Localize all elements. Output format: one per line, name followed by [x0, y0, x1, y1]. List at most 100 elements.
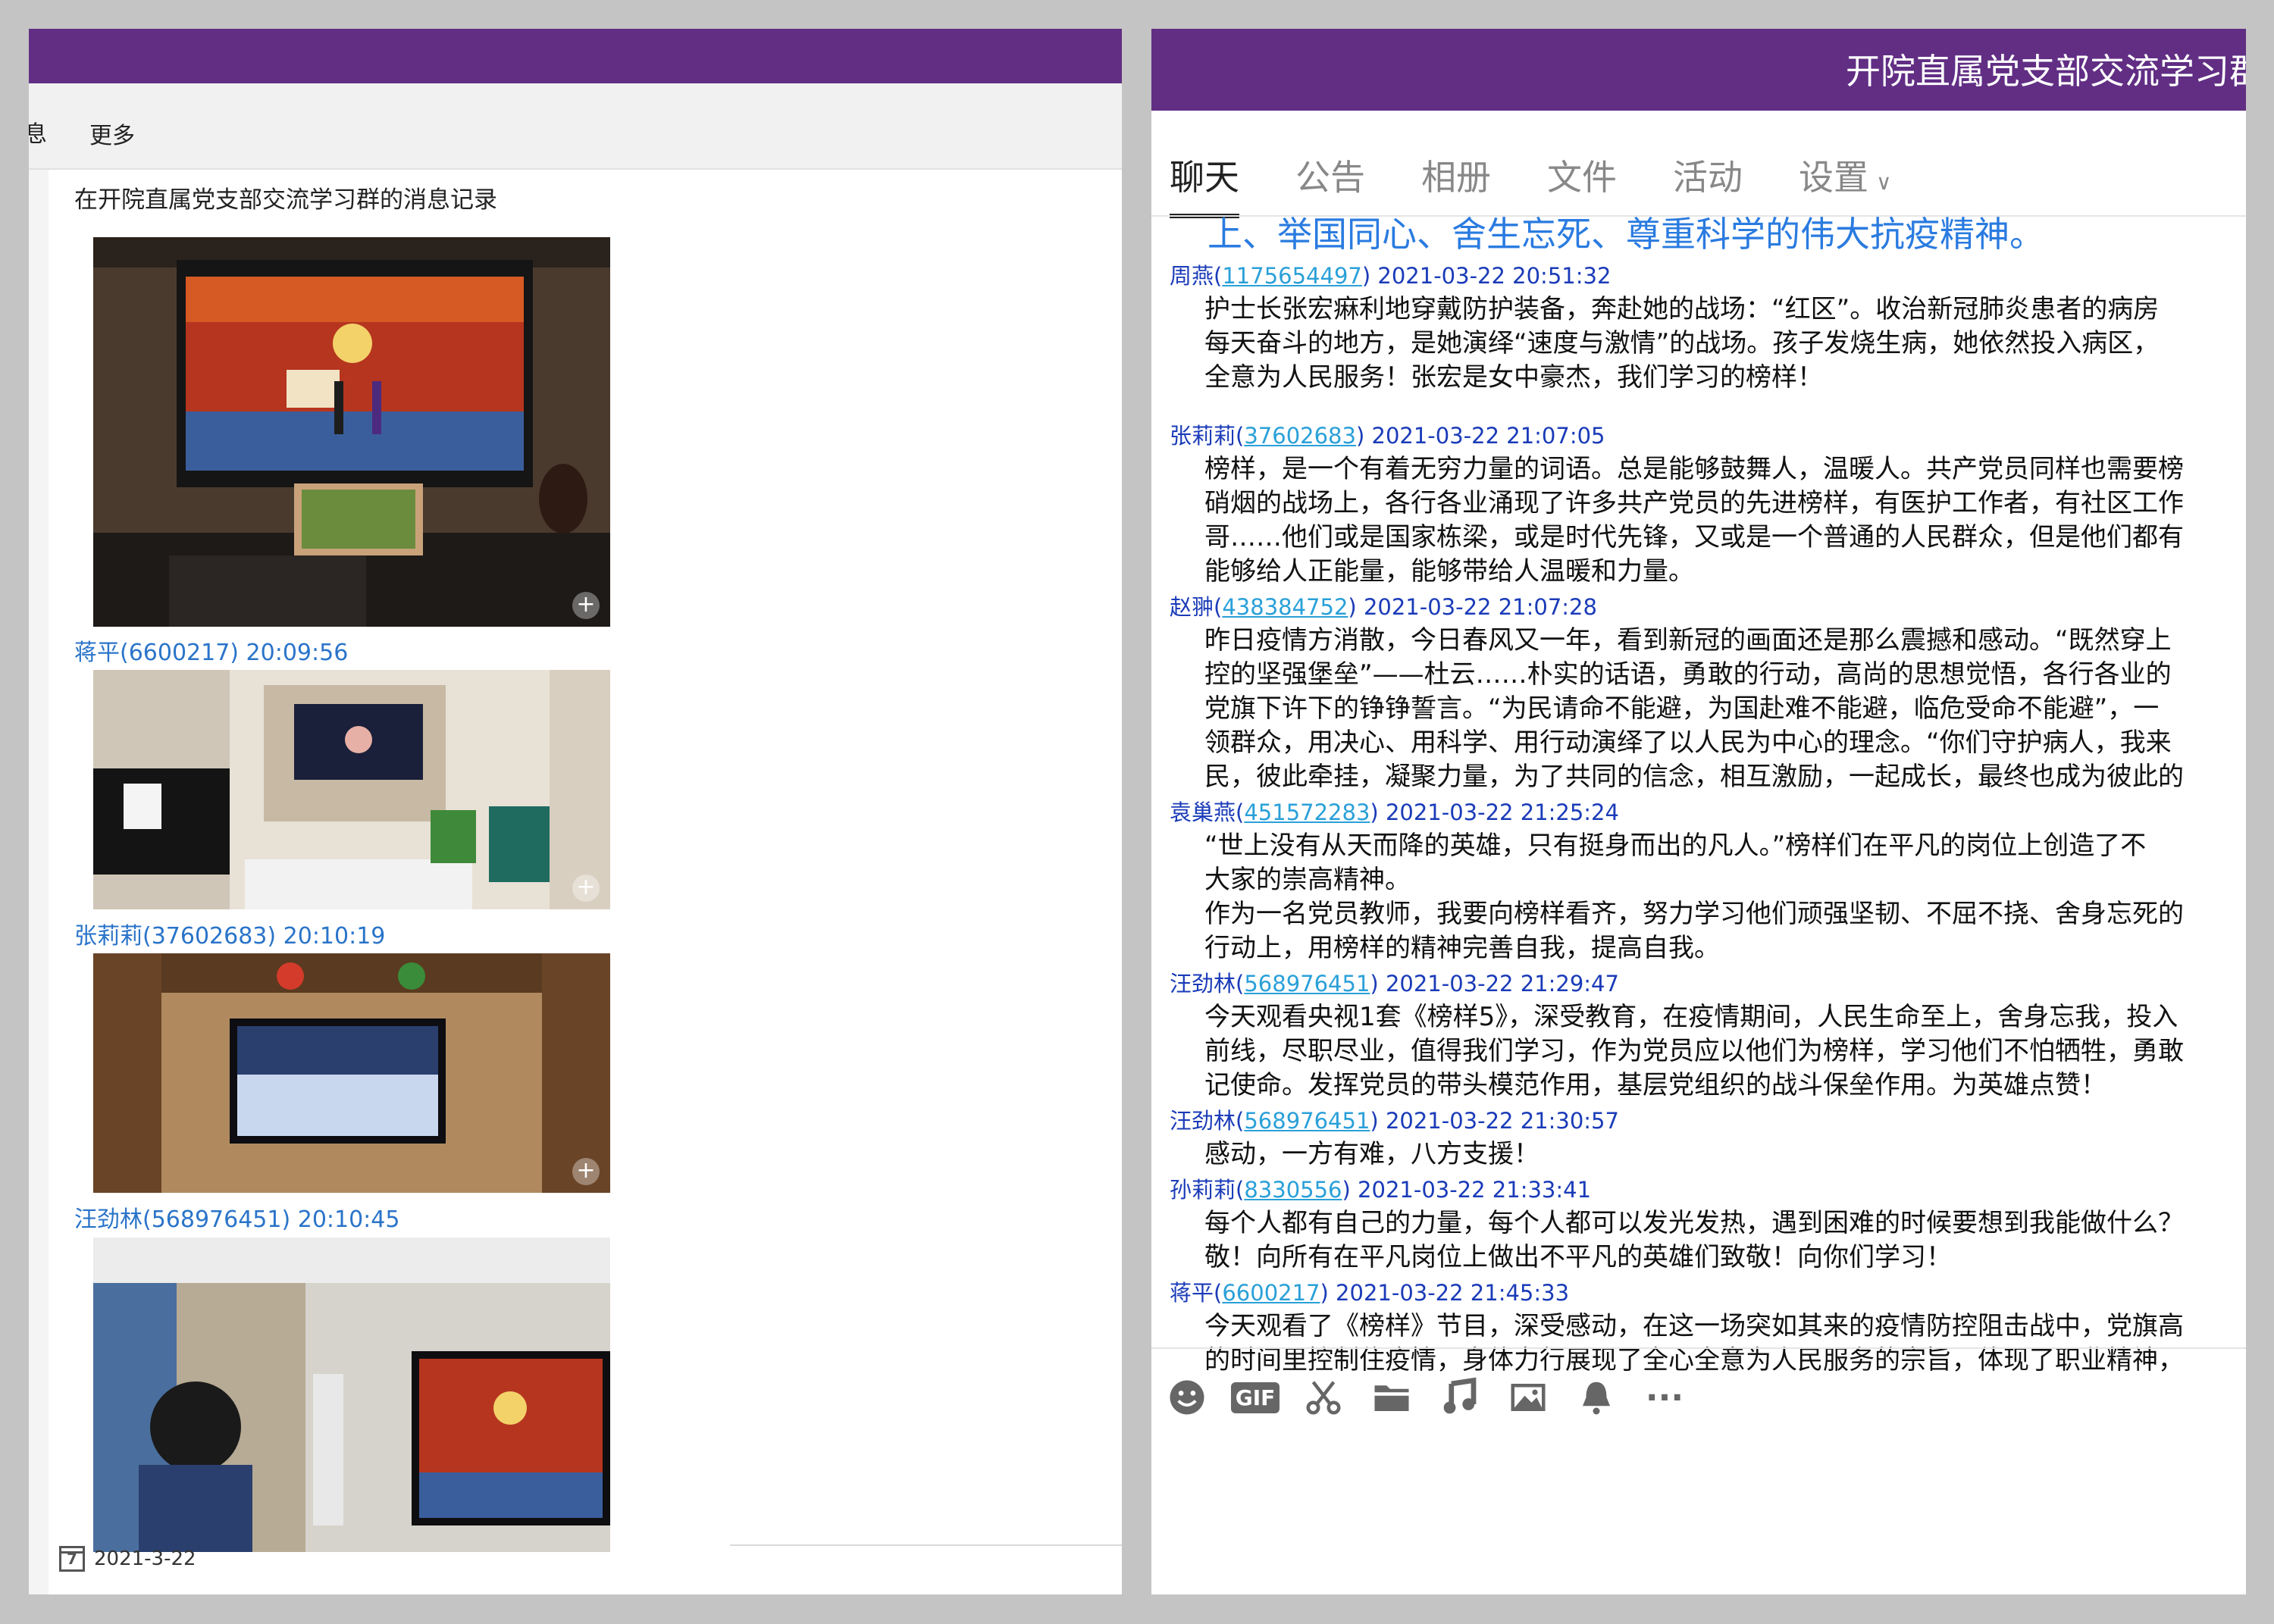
message-text: 党旗下许下的铮铮誓言。“为民请命不能避，为国赴难不能避，临危受命不能避”，一	[1204, 693, 2160, 724]
sender-id-link[interactable]: 451572283	[1244, 799, 1370, 825]
message-text: 硝烟的战场上，各行各业涌现了许多共产党员的先进榜样，有医护工作者，有社区工作	[1204, 488, 2184, 518]
tab-files[interactable]: 文件	[1547, 150, 1617, 218]
date-label: 2021-3-22	[94, 1547, 196, 1570]
sender-id-link[interactable]: 37602683	[1244, 423, 1356, 449]
message-text: 全意为人民服务！张宏是女中豪杰，我们学习的榜样！	[1204, 362, 1823, 393]
plus-icon[interactable]: +	[572, 875, 600, 902]
chat-message: 汪劲林(568976451) 2021-03-22 21:30:57 感动，一方…	[1170, 1104, 2246, 1172]
group-header: 开院直属党支部交流学习群	[1151, 29, 2246, 111]
side-strip	[29, 170, 49, 1594]
tab-settings-label: 设置	[1799, 157, 1868, 198]
message-header: 孙莉莉(8330556) 2021-03-22 21:33:41	[1170, 1177, 1592, 1203]
tab-settings[interactable]: 设置 ∨	[1799, 150, 1892, 218]
message-time: 2021-03-22 20:51:32	[1377, 263, 1612, 289]
photo-caption: 汪劲林(568976451) 20:10:45	[74, 1206, 400, 1233]
tab-announcement[interactable]: 公告	[1295, 150, 1365, 218]
date-footer[interactable]: 7 2021-3-22	[59, 1546, 196, 1572]
sender-id-link[interactable]: 438384752	[1222, 594, 1348, 620]
divider	[730, 1544, 1122, 1546]
group-title: 开院直属党支部交流学习群	[1846, 51, 2246, 92]
sender-name[interactable]: 孙莉莉	[1170, 1177, 1236, 1203]
group-chat-window: 开院直属党支部交流学习群 聊天 公告 相册 文件 活动 设置 ∨ 上、举国同心、舍…	[1151, 29, 2246, 1594]
chat-message: 赵翀(438384752) 2021-03-22 21:07:28 昨日疫情方消…	[1170, 590, 2246, 794]
message-time: 2021-03-22 21:30:57	[1385, 1108, 1619, 1134]
message-text: 感动，一方有难，八方支援！	[1204, 1139, 1539, 1169]
photo-caption: 张莉莉(37602683) 20:10:19	[74, 923, 386, 950]
sender-name[interactable]: 蒋平	[1170, 1280, 1214, 1306]
message-time: 2021-03-22 21:45:33	[1336, 1280, 1570, 1306]
folder-icon[interactable]	[1368, 1374, 1415, 1421]
message-record-window: 息 更多 在开院直属党支部交流学习群的消息记录 + 蒋平(6600217) 20…	[29, 29, 1122, 1594]
shared-photo-viewer-tv[interactable]	[93, 1238, 610, 1552]
sender-id-link[interactable]: 568976451	[1244, 971, 1370, 997]
message-text: 控的坚强堡垒”——杜云……朴实的话语，勇敢的行动，高尚的思想觉悟，各行各业的	[1204, 659, 2172, 690]
scissors-icon[interactable]	[1300, 1374, 1347, 1421]
message-text: 护士长张宏痳利地穿戴防护装备，奔赴她的战场：“红区”。收治新冠肺炎患者的病房	[1204, 294, 2160, 324]
shared-photo-living-room[interactable]: +	[93, 670, 610, 909]
message-text: 每天奋斗的地方，是她演绎“速度与激情”的战场。孩子发烧生病，她依然投入病区，	[1204, 328, 2160, 358]
plus-icon[interactable]: +	[572, 592, 600, 619]
message-text: 记使命。发挥党员的带头模范作用，基层党组织的战斗保垒作用。为英雄点赞！	[1204, 1070, 2106, 1100]
message-header: 蒋平(6600217) 2021-03-22 21:45:33	[1170, 1280, 1570, 1306]
message-text: 哥……他们或是国家栋梁，或是时代先锋，又或是一个普通的人民群众，但是他们都有	[1204, 522, 2184, 552]
sender-id-link[interactable]: 6600217	[1222, 1280, 1320, 1306]
message-time: 2021-03-22 21:33:41	[1358, 1177, 1592, 1203]
smiley-icon[interactable]	[1164, 1374, 1211, 1421]
tab-chat[interactable]: 聊天	[1170, 150, 1239, 218]
sender-id-link[interactable]: 1175654497	[1222, 263, 1362, 289]
message-text: 行动上，用榜样的精神完善自我，提高自我。	[1204, 933, 1720, 963]
message-text: 今天观看了《榜样》节目，深受感动，在这一场突如其来的疫情防控阻击战中，党旗高	[1204, 1311, 2184, 1341]
record-title: 在开院直属党支部交流学习群的消息记录	[74, 186, 497, 214]
message-text: 能够给人正能量，能够带给人温暖和力量。	[1204, 556, 1694, 587]
message-text: 领群众，用决心、用科学、用行动演绎了以人民为中心的理念。“你们守护病人，我来	[1204, 728, 2172, 758]
sender-name[interactable]: 汪劲林	[1170, 1108, 1236, 1134]
chat-divider	[1151, 1347, 2246, 1349]
shared-photo-tv-stage[interactable]: +	[93, 237, 610, 627]
chat-toolbar: GIF ···	[1164, 1374, 1688, 1421]
sender-name[interactable]: 周燕	[1170, 263, 1214, 289]
message-text: 前线，尽职尽业，值得我们学习，作为党员应以他们为榜样，学习他们不怕牺牲，勇敢	[1204, 1036, 2184, 1066]
message-time: 2021-03-22 21:07:28	[1363, 594, 1597, 620]
shared-photo-wall-tv[interactable]: +	[93, 953, 610, 1193]
message-text: “世上没有从天而降的英雄，只有挺身而出的凡人。”榜样们在平凡的岗位上创造了不	[1204, 831, 2147, 861]
window-title-bar	[29, 29, 1122, 83]
music-icon[interactable]	[1436, 1374, 1483, 1421]
bell-icon[interactable]	[1573, 1374, 1620, 1421]
gif-icon[interactable]: GIF	[1230, 1374, 1280, 1421]
message-time: 2021-03-22 21:29:47	[1385, 971, 1619, 997]
chat-history[interactable]: 上、举国同心、舍生忘死、尊重科学的伟大抗疫精神。 周燕(1175654497) …	[1170, 217, 2246, 1376]
chat-message: 袁巢燕(451572283) 2021-03-22 21:25:24 “世上没有…	[1170, 796, 2246, 965]
sender-name[interactable]: 袁巢燕	[1170, 799, 1236, 825]
message-header: 汪劲林(568976451) 2021-03-22 21:29:47	[1170, 971, 1619, 997]
chevron-down-icon: ∨	[1876, 170, 1892, 195]
message-header: 赵翀(438384752) 2021-03-22 21:07:28	[1170, 594, 1597, 620]
sender-id-link[interactable]: 8330556	[1244, 1177, 1342, 1203]
more-icon[interactable]: ···	[1641, 1374, 1688, 1421]
tab-album[interactable]: 相册	[1421, 150, 1491, 218]
message-text: 今天观看央视1套《榜样5》，深受教育，在疫情期间，人民生命至上，舍身忘我，投入	[1204, 1002, 2178, 1032]
sender-name[interactable]: 赵翀	[1170, 594, 1214, 620]
tab-message-partial[interactable]: 息	[29, 115, 47, 149]
sender-name[interactable]: 汪劲林	[1170, 971, 1236, 997]
calendar-icon[interactable]: 7	[59, 1546, 85, 1572]
tab-activity[interactable]: 活动	[1673, 150, 1743, 218]
chat-message: 周燕(1175654497) 2021-03-22 20:51:32 护士长张宏…	[1170, 259, 2246, 395]
message-text: 民，彼此牵挂，凝聚力量，为了共同的信念，相互激励，一起成长，最终也成为彼此的	[1204, 762, 2184, 792]
sender-name[interactable]: 张莉莉	[1170, 423, 1236, 449]
chat-message: 孙莉莉(8330556) 2021-03-22 21:33:41 每个人都有自己…	[1170, 1173, 2246, 1275]
plus-icon[interactable]: +	[572, 1158, 600, 1185]
chat-message: 蒋平(6600217) 2021-03-22 21:45:33 今天观看了《榜样…	[1170, 1276, 2246, 1376]
chat-banner-text: 上、举国同心、舍生忘死、尊重科学的伟大抗疫精神。	[1207, 217, 2044, 255]
sender-id-link[interactable]: 568976451	[1244, 1108, 1370, 1134]
image-icon[interactable]	[1505, 1374, 1552, 1421]
message-text: 每个人都有自己的力量，每个人都可以发光发热，遇到困难的时候要想到我能做什么？	[1204, 1208, 2184, 1238]
chat-message: 张莉莉(37602683) 2021-03-22 21:07:05 榜样，是一个…	[1170, 419, 2246, 589]
message-time: 2021-03-22 21:07:05	[1371, 423, 1605, 449]
message-header: 张莉莉(37602683) 2021-03-22 21:07:05	[1170, 423, 1605, 449]
message-text: 榜样，是一个有着无穷力量的词语。总是能够鼓舞人，温暖人。共产党员同样也需要榜	[1204, 454, 2184, 484]
message-header: 汪劲林(568976451) 2021-03-22 21:30:57	[1170, 1108, 1619, 1134]
message-text: 大家的崇高精神。	[1204, 865, 1411, 895]
message-text: 敬！向所有在平凡岗位上做出不平凡的英雄们致敬！向你们学习！	[1204, 1242, 1952, 1272]
tab-more[interactable]: 更多	[89, 117, 135, 150]
message-time: 2021-03-22 21:25:24	[1385, 799, 1619, 825]
